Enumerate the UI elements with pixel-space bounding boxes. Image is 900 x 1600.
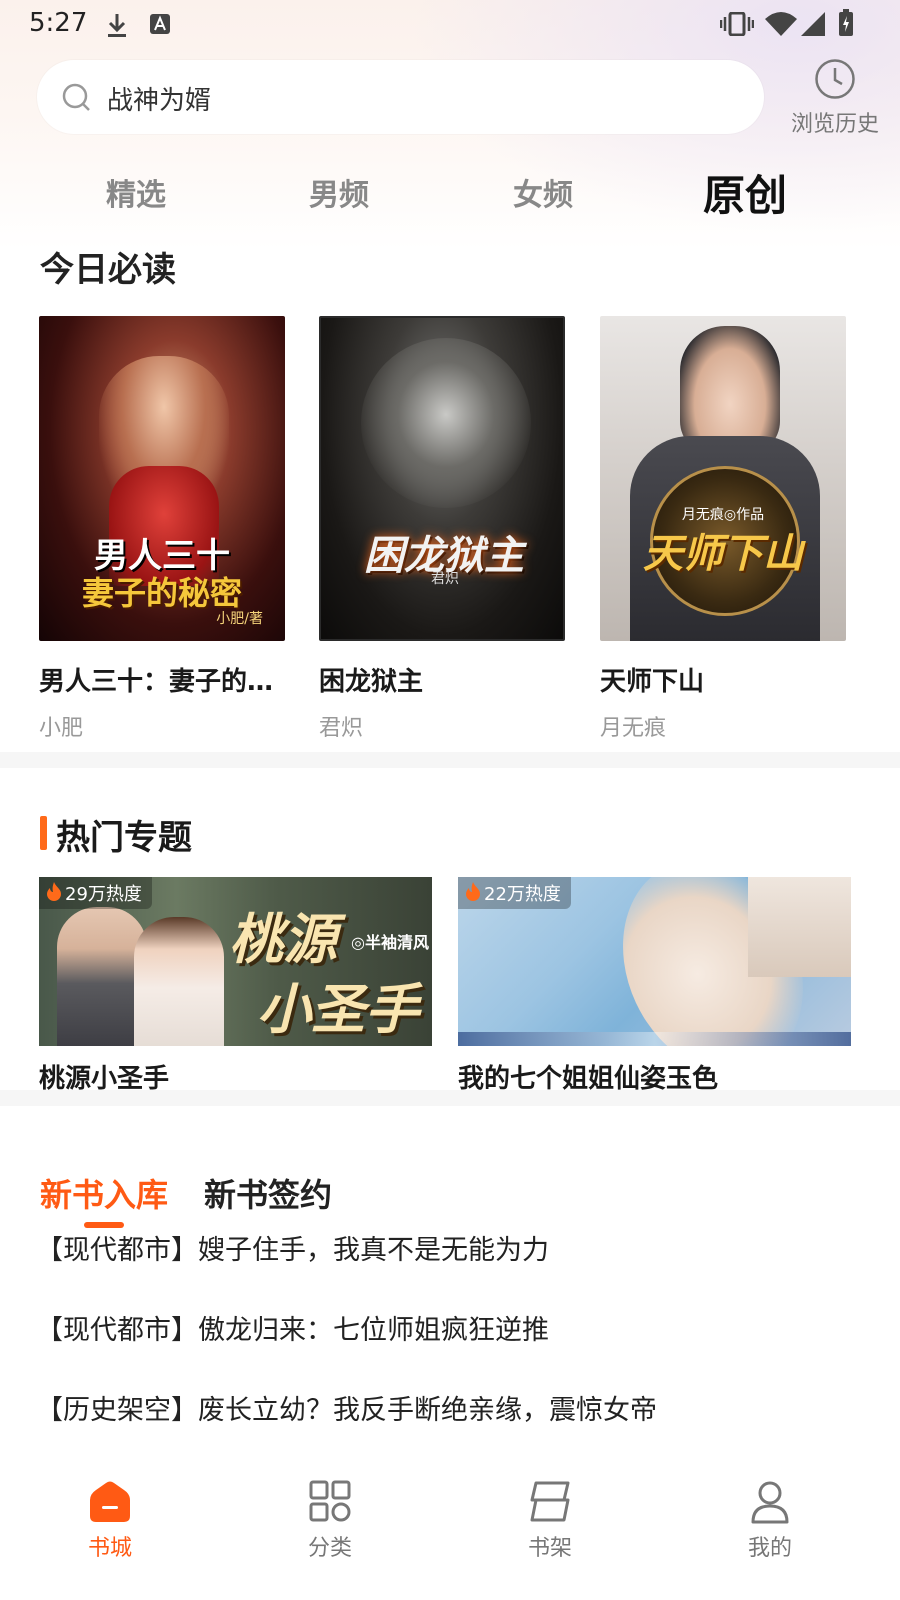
- topic-banner: 桃源 小圣手 ◎半袖清风 29万热度: [39, 877, 432, 1046]
- font-a-icon: [149, 13, 171, 39]
- list-item[interactable]: 【现代都市】嫂子住手，我真不是无能为力: [36, 1228, 549, 1267]
- section-title-today: 今日必读: [40, 250, 176, 290]
- tab-new-arrivals[interactable]: 新书入库: [40, 1170, 168, 1216]
- book-cover: 天师下山 月无痕◎作品: [600, 316, 846, 641]
- heat-badge: 29万热度: [39, 877, 152, 909]
- profile-icon: [750, 1480, 790, 1528]
- search-icon: [61, 82, 93, 118]
- tab-featured[interactable]: 精选: [106, 170, 166, 214]
- nav-label: 我的: [747, 1536, 792, 1561]
- book-card[interactable]: 困龙狱主 君炽 困龙狱主 君炽: [319, 316, 565, 742]
- vibrate-icon: [719, 11, 755, 40]
- section-title-hot-topics: 热门专题: [56, 818, 192, 858]
- status-bar: 5:27: [0, 0, 900, 50]
- cover-title: 天师下山: [643, 531, 803, 577]
- heat-value: 22万热度: [484, 884, 561, 905]
- book-cover: 男人三十 妻子的秘密 小肥/著: [39, 316, 285, 641]
- download-icon: [106, 12, 128, 42]
- book-card[interactable]: 天师下山 月无痕◎作品 天师下山 月无痕: [600, 316, 846, 742]
- nav-bookshelf[interactable]: 书架: [490, 1480, 610, 1600]
- section-divider: [0, 1090, 900, 1106]
- bottom-nav: 书城 分类 书架 我的: [0, 1480, 900, 1600]
- cover-credit: 君炽: [431, 571, 459, 587]
- topic-card[interactable]: 22万热度 我的七个姐姐仙姿玉色: [458, 877, 851, 1095]
- banner-credit: ◎半袖清风: [351, 933, 429, 952]
- nav-category[interactable]: 分类: [270, 1480, 390, 1600]
- wifi-icon: [764, 11, 798, 41]
- tab-original[interactable]: 原创: [703, 162, 787, 223]
- battery-icon: [838, 9, 854, 41]
- topic-card[interactable]: 桃源 小圣手 ◎半袖清风 29万热度 桃源小圣手: [39, 877, 432, 1095]
- flame-icon: [464, 881, 482, 906]
- book-title: 男人三十：妻子的秘密: [39, 667, 285, 697]
- nav-label: 分类: [307, 1536, 352, 1561]
- signal-icon: [800, 11, 826, 41]
- topic-banner: 22万热度: [458, 877, 851, 1046]
- tab-female[interactable]: 女频: [513, 170, 573, 214]
- book-title: 困龙狱主: [319, 667, 424, 697]
- bookshelf-icon: [528, 1480, 572, 1528]
- cover-credit: 月无痕◎作品: [681, 507, 765, 523]
- book-title: 天师下山: [600, 667, 705, 697]
- home-icon: [88, 1480, 132, 1528]
- book-card[interactable]: 男人三十 妻子的秘密 小肥/著 男人三十：妻子的秘密 小肥: [39, 316, 285, 742]
- history-label: 浏览历史: [790, 112, 879, 137]
- book-cover: 困龙狱主 君炽: [319, 316, 565, 641]
- nav-bookstore[interactable]: 书城: [50, 1480, 170, 1600]
- book-author: 君炽: [319, 716, 364, 741]
- heat-value: 29万热度: [65, 884, 142, 905]
- section-accent-bar: [40, 816, 47, 850]
- nav-label: 书城: [87, 1536, 132, 1561]
- list-item[interactable]: 【现代都市】傲龙归来：七位师姐疯狂逆推: [36, 1308, 549, 1347]
- book-author: 小肥: [39, 716, 84, 741]
- grid-icon: [309, 1480, 351, 1526]
- nav-label: 书架: [527, 1536, 572, 1561]
- banner-title: 桃源: [229, 908, 337, 971]
- cover-credit: 小肥/著: [216, 611, 263, 627]
- tab-new-signed[interactable]: 新书签约: [204, 1170, 332, 1216]
- section-divider: [0, 752, 900, 768]
- nav-profile[interactable]: 我的: [710, 1480, 830, 1600]
- status-time: 5:27: [29, 8, 88, 38]
- book-author: 月无痕: [600, 716, 667, 741]
- tab-male[interactable]: 男频: [309, 170, 369, 214]
- flame-icon: [45, 881, 63, 906]
- heat-badge: 22万热度: [458, 877, 571, 909]
- list-item[interactable]: 【历史架空】废长立幼？我反手断绝亲缘，震惊女帝: [36, 1388, 657, 1427]
- banner-subtitle: 小圣手: [257, 978, 419, 1041]
- clock-icon: [814, 58, 856, 104]
- history-button[interactable]: 浏览历史: [780, 58, 890, 138]
- search-input[interactable]: 战神为婿: [37, 60, 764, 134]
- search-query: 战神为婿: [107, 86, 212, 116]
